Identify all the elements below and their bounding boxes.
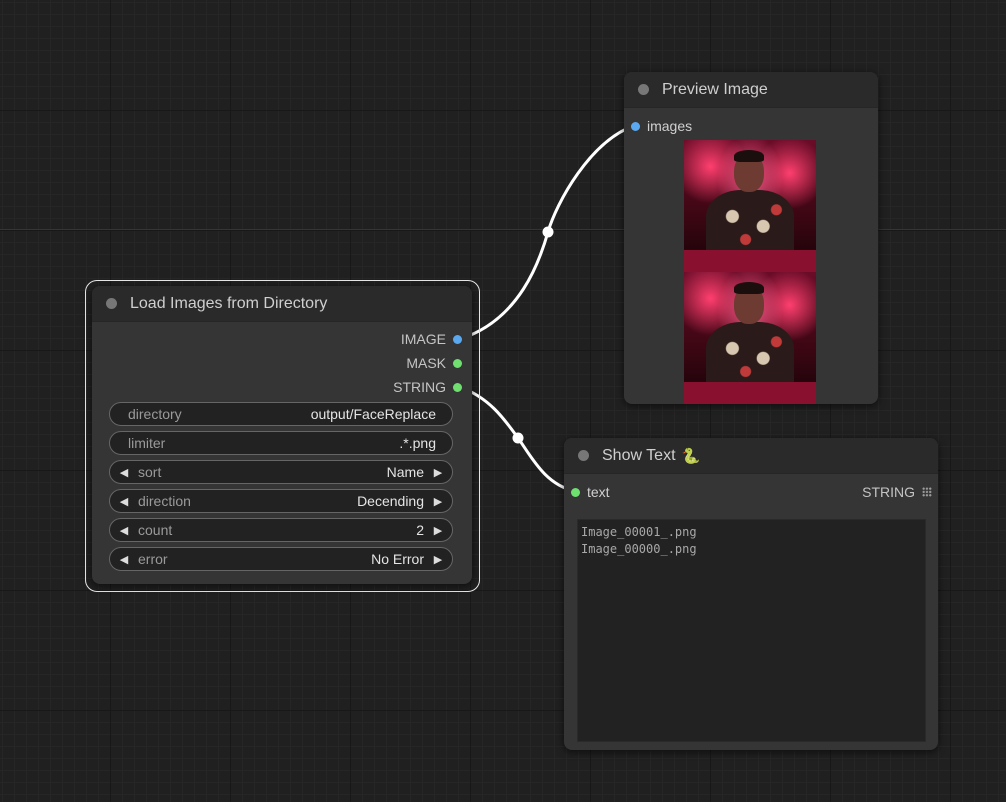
widget-value: 2	[416, 522, 424, 538]
arrow-right-icon[interactable]: ▶	[430, 466, 446, 479]
input-slot-icon[interactable]	[571, 487, 580, 497]
show-text-node[interactable]: Show Text 🐍 text STRING Image_00001_.png…	[564, 438, 938, 750]
input-label: text	[587, 484, 610, 500]
node-title-bar[interactable]: Load Images from Directory	[92, 286, 472, 322]
input-images[interactable]: images	[631, 116, 692, 136]
output-label: STRING	[862, 484, 915, 500]
wire-midpoint-handle[interactable]	[512, 432, 524, 444]
output-mask[interactable]: MASK	[406, 353, 462, 373]
preview-image-thumbnail[interactable]	[684, 272, 816, 404]
arrow-left-icon[interactable]: ◀	[116, 553, 132, 566]
arrow-left-icon[interactable]: ◀	[116, 524, 132, 537]
widget-value: output/FaceReplace	[310, 406, 436, 422]
output-string[interactable]: STRING	[393, 377, 462, 397]
arrow-left-icon[interactable]: ◀	[116, 466, 132, 479]
input-label: images	[647, 118, 693, 134]
output-label: IMAGE	[400, 331, 446, 347]
photo-person-body	[706, 190, 794, 256]
output-slot-icon[interactable]	[453, 334, 462, 344]
collapse-dot-icon[interactable]	[578, 450, 589, 461]
input-slot-icon[interactable]	[631, 121, 640, 131]
direction-combo[interactable]: ◀ direction Decending ▶	[109, 489, 453, 513]
widget-label: error	[138, 551, 168, 567]
widget-label: directory	[128, 406, 182, 422]
widget-label: sort	[138, 464, 162, 480]
error-combo[interactable]: ◀ error No Error ▶	[109, 547, 453, 571]
snake-icon: 🐍	[681, 447, 701, 465]
output-slot-icon[interactable]	[453, 358, 462, 368]
collapse-dot-icon[interactable]	[638, 84, 649, 95]
node-title: Load Images from Directory	[130, 294, 328, 312]
text-line: Image_00001_.png	[581, 525, 697, 539]
directory-field[interactable]: directory output/FaceReplace	[109, 402, 453, 426]
output-label: MASK	[406, 355, 446, 371]
node-title: Show Text	[602, 446, 676, 464]
widget-value: Decending	[357, 493, 424, 509]
widget-label: count	[138, 522, 173, 538]
text-line: Image_00000_.png	[581, 542, 697, 556]
sort-combo[interactable]: ◀ sort Name ▶	[109, 460, 453, 484]
output-slot-icon[interactable]	[453, 382, 462, 392]
arrow-right-icon[interactable]: ▶	[430, 553, 446, 566]
widget-label: direction	[138, 493, 191, 509]
arrow-left-icon[interactable]: ◀	[116, 495, 132, 508]
text-output-area[interactable]: Image_00001_.png Image_00000_.png	[577, 519, 926, 742]
photo-person-hair	[734, 150, 764, 162]
preview-images[interactable]	[684, 140, 816, 404]
graph-canvas[interactable]: Load Images from Directory IMAGE MASK ST…	[0, 0, 1006, 802]
collapse-dot-icon[interactable]	[106, 298, 117, 309]
output-label: STRING	[393, 379, 446, 395]
node-title: Preview Image	[662, 80, 768, 98]
arrow-right-icon[interactable]: ▶	[430, 524, 446, 537]
node-title-bar[interactable]: Preview Image	[624, 72, 878, 108]
grid-output-icon[interactable]	[922, 487, 932, 497]
wire-midpoint-handle[interactable]	[542, 226, 554, 238]
arrow-right-icon[interactable]: ▶	[430, 495, 446, 508]
load-images-node[interactable]: Load Images from Directory IMAGE MASK ST…	[92, 286, 472, 584]
photo-person-body	[706, 322, 794, 388]
node-title-bar[interactable]: Show Text 🐍	[564, 438, 938, 474]
photo-table	[684, 250, 816, 272]
count-stepper[interactable]: ◀ count 2 ▶	[109, 518, 453, 542]
widget-value: No Error	[371, 551, 424, 567]
output-string[interactable]: STRING	[862, 482, 932, 502]
widget-value: Name	[386, 464, 424, 480]
output-image[interactable]: IMAGE	[401, 329, 462, 349]
photo-person-hair	[734, 282, 764, 294]
photo-table	[684, 382, 816, 404]
input-text[interactable]: text	[571, 482, 610, 502]
widget-label: limiter	[128, 435, 166, 451]
preview-image-thumbnail[interactable]	[684, 140, 816, 272]
preview-image-node[interactable]: Preview Image images	[624, 72, 878, 404]
limiter-field[interactable]: limiter .*.png	[109, 431, 453, 455]
widget-value: .*.png	[399, 435, 436, 451]
